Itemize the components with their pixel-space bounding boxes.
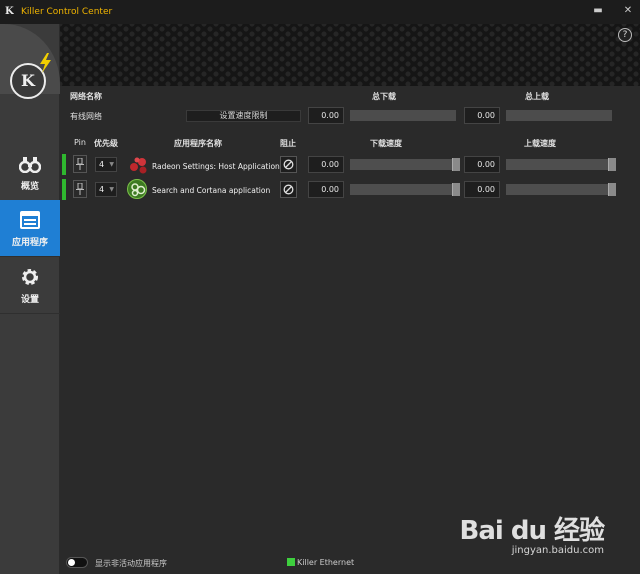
app-name: Radeon Settings: Host Application <box>152 162 280 171</box>
upload-speed-slider[interactable] <box>506 183 616 196</box>
total-upload-bar <box>506 110 612 121</box>
sidebar-item-label: 设置 <box>20 294 39 305</box>
binoculars-icon <box>18 153 42 175</box>
logo-letter: K <box>21 71 35 90</box>
total-download-bar <box>350 110 456 121</box>
download-speed-slider[interactable] <box>350 183 460 196</box>
sidebar-item-label: 概览 <box>20 181 39 192</box>
pin-toggle[interactable] <box>73 180 87 198</box>
col-priority: 优先级 <box>94 139 118 148</box>
total-upload-value[interactable]: 0.00 <box>464 107 500 124</box>
priority-select[interactable]: 4 ▼ <box>95 157 117 172</box>
adapter-name: Killer Ethernet <box>297 558 355 567</box>
sidebar-item-settings[interactable]: 设置 <box>0 257 60 314</box>
col-block: 阻止 <box>280 139 296 148</box>
pin-toggle[interactable] <box>73 155 87 173</box>
close-button[interactable]: ✕ <box>622 4 634 18</box>
row-active-indicator <box>62 154 66 175</box>
slider-handle[interactable] <box>608 183 616 196</box>
network-name: 有线网络 <box>70 112 102 121</box>
chevron-down-icon: ▼ <box>109 186 114 193</box>
download-speed-value[interactable]: 0.00 <box>308 156 344 173</box>
watermark-brand: Bai du 经验 <box>459 516 605 546</box>
title-bar: K Killer Control Center ▬ ✕ <box>0 0 640 24</box>
col-total-upload: 总上载 <box>525 92 549 101</box>
show-inactive-toggle[interactable] <box>66 557 88 568</box>
upload-speed-slider[interactable] <box>506 158 616 171</box>
col-app-name: 应用程序名称 <box>174 139 222 148</box>
header-banner <box>0 24 640 86</box>
pin-icon <box>76 180 84 199</box>
download-speed-slider[interactable] <box>350 158 460 171</box>
block-icon <box>283 155 294 174</box>
sidebar-item-applications[interactable]: 应用程序 <box>0 200 60 257</box>
block-button[interactable] <box>280 181 297 198</box>
gear-icon <box>18 266 42 288</box>
block-button[interactable] <box>280 156 297 173</box>
help-button[interactable]: ? <box>618 28 632 42</box>
pin-icon <box>76 155 84 174</box>
main-panel: 网络名称 总下载 总上载 有线网络 设置速度限制 0.00 0.00 Pin 优… <box>62 86 640 574</box>
watermark-url: jingyan.baidu.com <box>511 545 604 556</box>
set-speed-limit-button[interactable]: 设置速度限制 <box>186 110 301 122</box>
col-total-download: 总下载 <box>372 92 396 101</box>
cortana-icon <box>127 179 147 199</box>
download-speed-value[interactable]: 0.00 <box>308 181 344 198</box>
col-upload-speed: 上载速度 <box>524 139 556 148</box>
window-icon <box>18 209 42 231</box>
chevron-down-icon: ▼ <box>109 161 114 168</box>
minimize-button[interactable]: ▬ <box>592 4 604 18</box>
radeon-icon <box>128 155 148 175</box>
priority-value: 4 <box>99 160 105 169</box>
upload-speed-value[interactable]: 0.00 <box>464 181 500 198</box>
window-title: Killer Control Center <box>21 7 113 17</box>
col-download-speed: 下载速度 <box>370 139 402 148</box>
slider-handle[interactable] <box>452 158 460 171</box>
sidebar-item-overview[interactable]: 概览 <box>0 144 60 201</box>
block-icon <box>283 180 294 199</box>
toggle-knob <box>68 559 75 566</box>
slider-handle[interactable] <box>452 183 460 196</box>
sidebar-item-label: 应用程序 <box>11 237 48 248</box>
priority-value: 4 <box>99 185 105 194</box>
show-inactive-label: 显示非活动应用程序 <box>95 559 167 568</box>
lightning-bolt-icon <box>38 53 52 73</box>
total-download-value[interactable]: 0.00 <box>308 107 344 124</box>
slider-handle[interactable] <box>608 158 616 171</box>
priority-select[interactable]: 4 ▼ <box>95 182 117 197</box>
upload-speed-value[interactable]: 0.00 <box>464 156 500 173</box>
killer-app-icon: K <box>5 6 14 17</box>
adapter-status-indicator <box>287 558 295 566</box>
killer-logo: K <box>10 53 51 99</box>
row-active-indicator <box>62 179 66 200</box>
app-name: Search and Cortana application <box>152 186 271 195</box>
col-network-name: 网络名称 <box>70 92 102 101</box>
col-pin: Pin <box>74 138 86 147</box>
